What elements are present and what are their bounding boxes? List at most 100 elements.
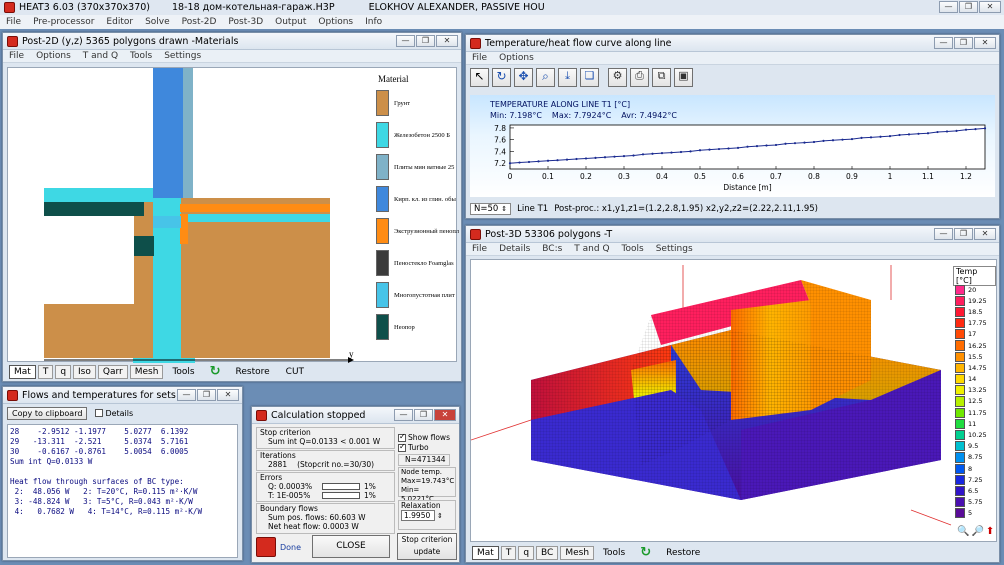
minimize-button[interactable]: — — [934, 228, 953, 240]
iterations-value: 2881 — [268, 460, 288, 469]
zoom-in-icon[interactable]: 🔎 — [971, 526, 983, 537]
post2d-tab-mesh[interactable]: Mesh — [129, 364, 164, 379]
post2d-tab-q[interactable]: q — [55, 364, 72, 379]
save-icon[interactable]: ▣ — [674, 68, 693, 87]
stop-criterion-update-button[interactable]: Stop criterion update — [397, 533, 457, 560]
app-titlebar: HEAT3 6.03 (370x370x370) 18-18 дом-котел… — [0, 0, 1004, 15]
app-menu-pre-processor[interactable]: Pre-processor — [33, 17, 94, 27]
iterations-label: Iterations — [260, 451, 296, 460]
data-point — [898, 133, 901, 137]
maximize-button[interactable]: ❐ — [414, 409, 433, 421]
post3d-tab-bc[interactable]: BC — [536, 545, 559, 560]
settings-icon[interactable]: ⚙ — [608, 68, 627, 87]
app-close-button[interactable]: ✕ — [979, 1, 1001, 13]
post3d-menu-file[interactable]: File — [472, 244, 487, 254]
data-point — [983, 127, 987, 130]
pointer-icon[interactable]: ↖ — [470, 68, 489, 87]
app-minimize-button[interactable]: — — [939, 1, 958, 13]
post3d-menu-settings[interactable]: Settings — [656, 244, 693, 254]
data-point — [527, 160, 531, 164]
app-menu-info[interactable]: Info — [365, 17, 382, 27]
curve-menubar: File Options — [466, 52, 999, 65]
post2d-toolbar: Mat Tq Iso Qarr Mesh Tools ↻ Restore CUT — [9, 364, 311, 379]
post2d-tab-iso[interactable]: Iso — [73, 364, 96, 379]
minimize-button[interactable]: — — [934, 37, 953, 49]
post3d-restore-button[interactable]: Restore — [659, 548, 707, 558]
post3d-tab-mat[interactable]: Mat — [472, 545, 499, 560]
post2d-canvas[interactable]: y Material Грунт Железобетон 2500 Б Плиты … — [7, 67, 459, 363]
temp-swatch — [955, 463, 965, 474]
show-flows-checkbox[interactable]: Show flows — [398, 432, 450, 443]
app-menu-editor[interactable]: Editor — [106, 17, 133, 27]
app-menu-solve[interactable]: Solve — [145, 17, 170, 27]
app-menu-file[interactable]: File — [6, 17, 21, 27]
post2d-tab-qarr[interactable]: Qarr — [97, 364, 128, 379]
post3d-tools-button[interactable]: Tools — [596, 548, 632, 558]
copy-to-clipboard-button[interactable]: Copy to clipboard — [7, 407, 88, 420]
close-dialog-button[interactable]: CLOSE — [312, 535, 390, 558]
data-point — [936, 130, 939, 134]
data-point — [613, 155, 616, 158]
minimize-button[interactable]: — — [396, 35, 415, 47]
post2d-menu-options[interactable]: Options — [36, 51, 71, 61]
maximize-button[interactable]: ❐ — [197, 389, 216, 401]
post3d-menu-details[interactable]: Details — [499, 244, 530, 254]
temp-value: 14 — [968, 375, 977, 384]
zoom-icon[interactable]: ⌕ — [536, 68, 555, 87]
arrow-icon[interactable]: ⬆ — [986, 526, 994, 537]
post3d-tab-t[interactable]: T — [500, 545, 517, 560]
post3d-refresh-icon[interactable]: ↻ — [634, 545, 657, 560]
post2d-menu-settings[interactable]: Settings — [164, 51, 201, 61]
curve-menu-options[interactable]: Options — [499, 53, 534, 63]
temp-swatch — [955, 407, 965, 418]
flows-text-area[interactable]: 28 -2.9512 -1.1977 5.0277 6.1392 29 -13.3… — [7, 424, 238, 558]
post2d-menu-t-and-q[interactable]: T and Q — [83, 51, 118, 61]
post2d-tab-mat[interactable]: Mat — [9, 364, 36, 379]
relaxation-spin-icon[interactable]: ⇕ — [437, 512, 443, 520]
maximize-button[interactable]: ❐ — [416, 35, 435, 47]
legend-swatch — [376, 218, 389, 244]
close-button[interactable]: ✕ — [974, 228, 996, 240]
export-icon[interactable]: ⤓ — [558, 68, 577, 87]
post2d-menu-file[interactable]: File — [9, 51, 24, 61]
relaxation-input[interactable]: 1.9950 — [401, 510, 435, 521]
close-button[interactable]: ✕ — [434, 409, 456, 421]
close-button[interactable]: ✕ — [974, 37, 996, 49]
n-stepper[interactable]: N=50 ⇕ — [470, 203, 512, 215]
post2d-refresh-icon[interactable]: ↻ — [204, 364, 227, 379]
minimize-button[interactable]: — — [394, 409, 413, 421]
post3d-menu-tools[interactable]: Tools — [622, 244, 644, 254]
move-icon[interactable]: ✥ — [514, 68, 533, 87]
post3d-menu-t-and-q[interactable]: T and Q — [574, 244, 609, 254]
copy-image-icon[interactable]: ❏ — [580, 68, 599, 87]
details-checkbox[interactable]: Details — [95, 409, 133, 419]
post3d-tab-mesh[interactable]: Mesh — [560, 545, 595, 560]
copy-icon[interactable]: ⧉ — [652, 68, 671, 87]
app-menu-post-3d[interactable]: Post-3D — [228, 17, 263, 27]
post2d-tab-t[interactable]: T — [37, 364, 54, 379]
minimize-button[interactable]: — — [177, 389, 196, 401]
post2d-restore-button[interactable]: Restore — [229, 367, 277, 377]
post2d-cut-button[interactable]: CUT — [279, 367, 311, 377]
zoom-out-icon[interactable]: 🔍 — [957, 526, 969, 537]
app-menu-output[interactable]: Output — [275, 17, 306, 27]
post3d-canvas[interactable]: Temp [°C] 20 19.25 18.5 17.75 17 16.25 15.5 14.… — [470, 259, 997, 542]
print-icon[interactable]: ⎙ — [630, 68, 649, 87]
maximize-button[interactable]: ❐ — [954, 228, 973, 240]
app-menu-options[interactable]: Options — [318, 17, 353, 27]
curve-menu-file[interactable]: File — [472, 53, 487, 63]
close-button[interactable]: ✕ — [436, 35, 458, 47]
close-button[interactable]: ✕ — [217, 389, 239, 401]
app-maximize-button[interactable]: ❐ — [959, 1, 978, 13]
calc-title: Calculation stopped — [271, 409, 366, 421]
rotate-icon[interactable]: ↻ — [492, 68, 511, 87]
post2d-menu-tools[interactable]: Tools — [130, 51, 152, 61]
maximize-button[interactable]: ❐ — [954, 37, 973, 49]
app-menu-post-2d[interactable]: Post-2D — [182, 17, 217, 27]
post2d-tools-button[interactable]: Tools — [165, 367, 201, 377]
flows-title: Flows and temperatures for sets (F1... — [22, 389, 204, 401]
post3d-menu-bc-s[interactable]: BC:s — [542, 244, 562, 254]
turbo-checkbox[interactable]: Turbo — [398, 442, 450, 453]
temp-swatch — [955, 396, 965, 407]
post3d-tab-q[interactable]: q — [518, 545, 535, 560]
